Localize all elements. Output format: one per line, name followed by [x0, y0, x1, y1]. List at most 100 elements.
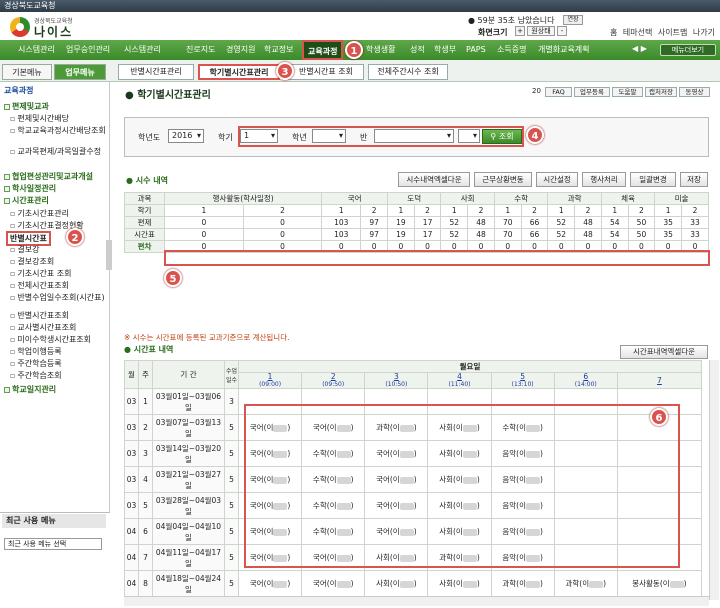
table-row: 편제 0 0 103 97 19 17 52 48 70 66 52 48 54 50 35 33 — [124, 216, 709, 229]
period-header[interactable]: 2 (09:50) — [301, 372, 366, 389]
sidebar-section[interactable]: 학교일지관리 — [4, 384, 56, 395]
table-cell: 33 — [681, 216, 709, 229]
tab-term-timetable[interactable]: 학기별시간표관리 — [198, 64, 280, 80]
period-header[interactable]: 7 — [616, 372, 703, 389]
sidebar-item[interactable]: ▫ 결보강 — [10, 244, 40, 255]
help-button[interactable]: 도움말 — [612, 87, 643, 97]
nav-item[interactable]: PAPS — [466, 40, 486, 60]
sidebar-section[interactable]: 학사일정관리 — [4, 183, 56, 194]
period-header[interactable]: 3 (10:50) — [364, 372, 429, 389]
table-cell: 66 — [520, 228, 549, 241]
nav-item[interactable]: 성적 — [410, 40, 425, 60]
timetable-cell[interactable]: 국어(이) — [237, 570, 303, 597]
sidebar-item[interactable]: ▫ 주간학습등록 — [10, 358, 62, 369]
sidebar-item[interactable]: ▫ 기초시간표 조회 — [10, 268, 71, 279]
window-title: 경상북도교육청 — [4, 1, 56, 10]
timetable-cell[interactable]: 봉사활동(이) — [616, 570, 703, 597]
sidebar-title: 교육과정 — [4, 86, 34, 95]
sidebar-item[interactable]: ▫ 반별시간표조회 — [10, 310, 69, 321]
screen-size-label: 화면크기 — [478, 28, 508, 37]
tab-class-timetable-view[interactable]: 반별시간표 조회 — [288, 64, 364, 80]
zoom-reset-button[interactable]: 원상태 — [527, 26, 555, 36]
timetable-excel-button[interactable]: 시간표내역엑셀다운 — [620, 345, 708, 359]
sidebar-section[interactable]: 시간표관리 — [4, 195, 49, 206]
sidebar-section[interactable]: 협업편성관리및교과개설 — [4, 171, 93, 182]
redacted-teacher — [589, 580, 604, 588]
nav-item-active[interactable]: 교육과정 — [302, 40, 344, 60]
horizontal-scrollbar[interactable] — [124, 596, 709, 606]
table-cell: 33 — [681, 228, 709, 241]
column-header: 미술 — [654, 192, 709, 205]
timetable-cell[interactable]: 국어(이) — [301, 570, 366, 597]
table-cell: 2 — [681, 204, 709, 217]
timetable-cell[interactable]: 사회(이) — [364, 570, 429, 597]
annotation-marker: 3 — [276, 62, 294, 80]
sidebar-item[interactable]: ▫ 미이수학생시간표조회 — [10, 334, 91, 345]
sidebar-item[interactable]: ▫ 기초시간표관리 — [10, 208, 69, 219]
sidebar-item[interactable]: ▫ 결보강조회 — [10, 256, 54, 267]
home-link[interactable]: 홈 — [610, 28, 617, 37]
nav-item[interactable]: 학교정보 — [264, 40, 293, 60]
sidebar-item[interactable]: ▫ 학교교육과정시간배당조회 — [10, 125, 106, 136]
zoom-out-button[interactable]: - — [557, 26, 567, 36]
zoom-in-button[interactable]: + — [515, 26, 525, 36]
timetable-cell[interactable]: 과학(이) — [490, 570, 555, 597]
sidebar-item[interactable]: ▫ 교과목편제/과목일괄수정 — [10, 146, 101, 157]
sidebar-item[interactable]: ▫ 반별수업일수조회(시간표) — [10, 292, 105, 303]
vertical-scrollbar[interactable] — [709, 360, 719, 600]
table-cell: 0 — [242, 216, 323, 229]
period-range-cell: 03월14일~03월20일 — [152, 440, 225, 467]
recent-menu-select[interactable]: 최근 사용 메뉴 선택 — [4, 538, 102, 550]
column-header: 기 간 — [152, 360, 225, 389]
table-cell: 1 — [600, 204, 629, 217]
sidebar-item[interactable]: ▫ 교사별시간표조회 — [10, 322, 76, 333]
year-select[interactable]: 2016 — [168, 129, 204, 143]
tab-class-timetable[interactable]: 반별시간표관리 — [118, 64, 194, 80]
nav-item[interactable]: 시스템관리 — [18, 40, 55, 60]
event-process-button[interactable]: 행사처리 — [582, 172, 626, 187]
video-button[interactable]: 동영상 — [679, 87, 710, 97]
nav-item[interactable]: 진로지도 — [186, 40, 215, 60]
annotation-marker: 4 — [526, 126, 544, 144]
nav-item[interactable]: 개별화교육계획 — [538, 40, 590, 60]
sidebar-item[interactable]: ▫ 편제및시간배당 — [10, 113, 69, 124]
faq-button[interactable]: FAQ — [545, 87, 572, 97]
day-count-cell: 5 — [224, 544, 239, 571]
day-count-cell: 5 — [224, 414, 239, 441]
nav-item[interactable]: 시스템관리 — [124, 40, 161, 60]
bulk-change-button[interactable]: 일괄변경 — [630, 172, 676, 187]
more-menu-button[interactable]: 메뉴더보기 — [660, 44, 716, 56]
hours-excel-button[interactable]: 시수내역엑셀다운 — [398, 172, 470, 187]
nav-item[interactable]: 업무승인관리 — [66, 40, 110, 60]
time-setting-button[interactable]: 시간설정 — [536, 172, 578, 187]
sidebar-section[interactable]: 편제및교과 — [4, 101, 49, 112]
tab-weekly-hours-view[interactable]: 전체주간시수 조회 — [368, 64, 448, 80]
nav-scroll-arrows-icon[interactable]: ◀ ▶ — [632, 44, 647, 53]
period-header[interactable]: 4 (11:40) — [427, 372, 492, 389]
nav-item[interactable]: 소득증명 — [497, 40, 526, 60]
nav-item[interactable]: 학생생활 — [366, 40, 395, 60]
nav-item[interactable]: 경영지원 — [226, 40, 255, 60]
exit-link[interactable]: 나가기 — [693, 28, 715, 37]
timetable-cell[interactable]: 사회(이) — [427, 570, 492, 597]
sidebar-item[interactable]: ▫ 학업이행등록 — [10, 346, 62, 357]
period-header[interactable]: 5 (13:10) — [490, 372, 555, 389]
timetable-cell[interactable]: 과학(이) — [553, 570, 618, 597]
sitemap-link[interactable]: 사이트맵 — [658, 28, 687, 37]
save-button[interactable]: 저장 — [680, 172, 708, 187]
capture-button[interactable]: 캡처저장 — [645, 87, 677, 97]
work-register-button[interactable]: 업무등록 — [574, 87, 610, 97]
tab-work-menu[interactable]: 업무메뉴 — [54, 64, 106, 80]
table-cell: 103 — [321, 216, 362, 229]
period-header[interactable]: 6 (14:00) — [553, 372, 618, 389]
nav-item[interactable]: 학생부 — [434, 40, 456, 60]
sidebar-item[interactable]: ▫ 주간학습조회 — [10, 370, 62, 381]
column-header: 사회 — [440, 192, 495, 205]
theme-link[interactable]: 테마선택 — [623, 28, 652, 37]
duty-change-button[interactable]: 근무상황변동 — [474, 172, 532, 187]
table-cell: 66 — [520, 216, 549, 229]
period-header[interactable]: 1 (09:00) — [237, 372, 303, 389]
tab-basic-menu[interactable]: 기본메뉴 — [2, 64, 52, 80]
sidebar-item[interactable]: ▫ 전체시간표조회 — [10, 280, 69, 291]
extend-session-button[interactable]: 연장 — [563, 15, 583, 25]
